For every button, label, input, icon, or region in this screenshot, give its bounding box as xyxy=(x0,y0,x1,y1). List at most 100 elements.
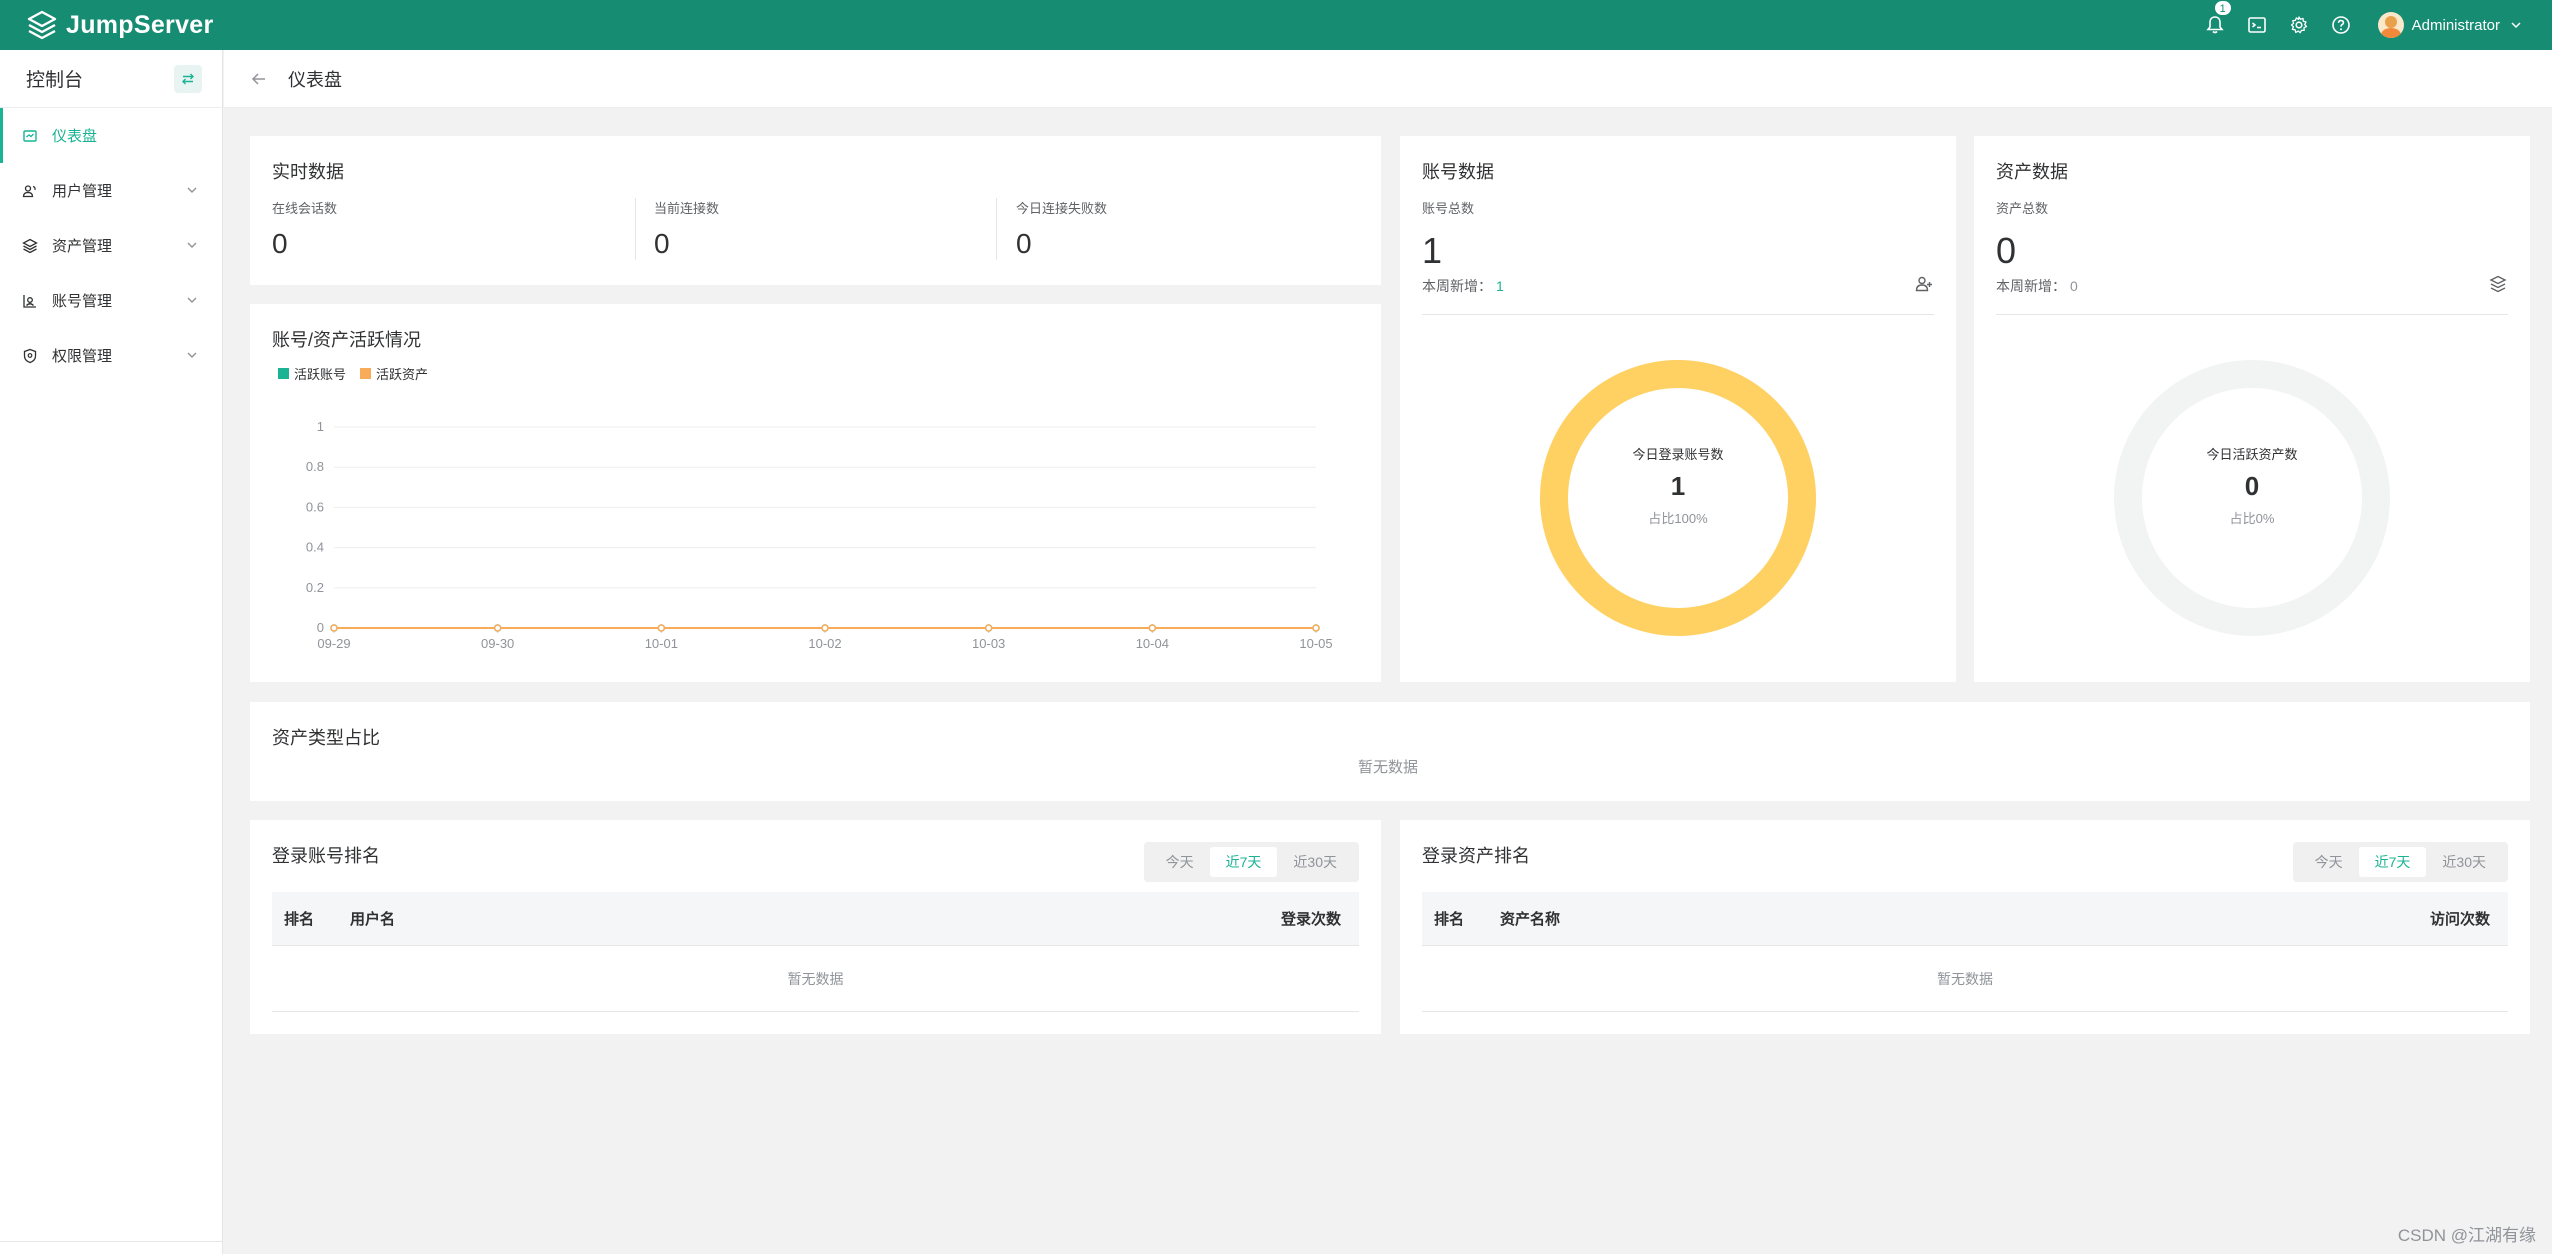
realtime-data-card: 实时数据 在线会话数 0 当前连接数 0 今日连接失败数 0 xyxy=(250,136,1381,285)
asset-type-title: 资产类型占比 xyxy=(272,728,380,748)
terminal-icon xyxy=(2247,17,2266,33)
account-total-label: 账号总数 xyxy=(1422,201,1475,216)
sidebar-item-assets[interactable]: 资产管理 xyxy=(0,218,222,273)
sidebar-item-label: 资产管理 xyxy=(52,238,113,255)
divider xyxy=(635,198,636,260)
series-point xyxy=(657,624,666,632)
user-menu[interactable]: Administrator xyxy=(2377,12,2522,38)
account-data-card: 账号数据 账号总数 1 本周新增： 1 今日登录账号数 1 占比100% xyxy=(1400,136,1956,682)
tab-today[interactable]: 今天 xyxy=(1150,847,1210,877)
watermark: CSDN @江湖有缘 xyxy=(2397,1226,2536,1245)
table-header: 排名 资产名称 访问次数 xyxy=(1422,892,2508,946)
x-tick-label: 10-01 xyxy=(645,636,678,651)
y-tick-label: 0 xyxy=(317,620,324,635)
chevron-down-icon xyxy=(186,348,198,360)
dashboard-icon xyxy=(22,128,38,144)
sidebar-item-permissions[interactable]: 权限管理 xyxy=(0,328,222,383)
table-header: 排名 用户名 登录次数 xyxy=(272,892,1359,946)
stat-label: 在线会话数 xyxy=(272,201,338,216)
activity-line-chart: 0 0.2 0.4 0.6 0.8 1 09-29 09-30 10-01 10-02 10-03 1… xyxy=(306,419,1333,651)
web-terminal-button[interactable] xyxy=(2236,0,2278,50)
column-header-login-count: 登录次数 xyxy=(1280,911,1341,928)
series-point xyxy=(1312,624,1320,632)
column-header-username: 用户名 xyxy=(350,911,396,928)
x-tick-label: 10-04 xyxy=(1136,636,1169,651)
login-asset-rank-card: 登录资产排名 今天 近7天 近30天 排名 资产名称 访问次数 暂无数据 xyxy=(1400,820,2530,1034)
asset-total-value: 0 xyxy=(1996,230,2017,271)
y-tick-label: 0.2 xyxy=(306,580,324,595)
x-tick-label: 09-29 xyxy=(317,636,350,651)
week-value: 0 xyxy=(2070,278,2078,294)
logo-text: JumpServer xyxy=(66,10,214,39)
donut-label: 今日登录账号数 xyxy=(1632,447,1724,462)
gear-icon xyxy=(2290,16,2307,34)
settings-button[interactable] xyxy=(2278,0,2320,50)
sidebar-title: 控制台 xyxy=(26,70,84,91)
donut-label: 今日活跃资产数 xyxy=(2206,447,2298,462)
bell-icon xyxy=(2205,16,2224,34)
asset-donut-center: 今日活跃资产数 0 占比0% xyxy=(2112,444,2392,527)
page-title: 仪表盘 xyxy=(288,69,342,90)
series-point xyxy=(1148,624,1157,632)
back-button[interactable] xyxy=(250,70,268,88)
y-tick-label: 0.8 xyxy=(306,459,324,474)
sidebar: 控制台 仪表盘 用户管理 资产管理 账号管理 权限管理 xyxy=(0,50,223,1254)
app-logo[interactable]: JumpServer xyxy=(26,9,214,41)
stat-value: 0 xyxy=(1016,228,1032,259)
asset-type-card: 资产类型占比 暂无数据 xyxy=(250,702,2530,801)
account-title: 账号数据 xyxy=(1422,162,1494,182)
account-donut-center: 今日登录账号数 1 占比100% xyxy=(1538,444,1818,527)
divider xyxy=(996,198,997,260)
table-empty: 暂无数据 xyxy=(1422,946,2508,1012)
layers-icon xyxy=(2488,274,2508,294)
sidebar-item-dashboard[interactable]: 仪表盘 xyxy=(0,108,222,163)
help-icon xyxy=(2331,16,2350,34)
user-name: Administrator xyxy=(2411,16,2500,34)
asset-title: 资产数据 xyxy=(1996,162,2068,182)
switch-icon xyxy=(182,73,194,84)
column-header-visit-count: 访问次数 xyxy=(2429,911,2490,928)
tab-7-days[interactable]: 近7天 xyxy=(2358,847,2427,877)
asset-data-card: 资产数据 资产总数 0 本周新增： 0 今日活跃资产数 0 占比0% xyxy=(1974,136,2530,682)
tab-today[interactable]: 今天 xyxy=(2299,847,2359,877)
asset-total-label: 资产总数 xyxy=(1996,201,2049,216)
divider xyxy=(1996,314,2508,315)
tab-30-days[interactable]: 近30天 xyxy=(1277,847,1353,877)
failed-connections-stat: 今日连接失败数 0 xyxy=(1016,198,1107,260)
column-header-asset-name: 资产名称 xyxy=(1500,911,1561,928)
account-week-new: 本周新增： 1 xyxy=(1422,276,1504,296)
x-tick-label: 09-30 xyxy=(481,636,514,651)
chevron-down-icon xyxy=(186,238,198,250)
help-button[interactable] xyxy=(2320,0,2362,50)
y-tick-label: 1 xyxy=(317,419,324,434)
top-navbar: JumpServer 1 Administrator xyxy=(0,0,2552,50)
tab-30-days[interactable]: 近30天 xyxy=(2426,847,2502,877)
account-total-value: 1 xyxy=(1422,230,1443,271)
x-tick-label: 10-05 xyxy=(1299,636,1332,651)
sidebar-item-users[interactable]: 用户管理 xyxy=(0,163,222,218)
sidebar-item-label: 账号管理 xyxy=(52,293,113,310)
sidebar-item-label: 权限管理 xyxy=(52,348,113,365)
series-point xyxy=(821,624,829,632)
week-label: 本周新增： xyxy=(1996,278,2066,294)
donut-value: 1 xyxy=(1670,471,1686,501)
online-sessions-stat: 在线会话数 0 xyxy=(272,198,337,260)
stat-label: 当前连接数 xyxy=(654,201,720,216)
users-icon xyxy=(22,183,38,199)
permissions-icon xyxy=(22,348,38,364)
arrow-left-icon xyxy=(251,72,265,85)
donut-percent: 占比100% xyxy=(1648,511,1708,526)
series-point xyxy=(330,624,338,632)
tab-7-days[interactable]: 近7天 xyxy=(1209,847,1278,877)
view-switch-button[interactable] xyxy=(174,64,202,93)
divider xyxy=(1422,314,1934,315)
sidebar-divider xyxy=(0,1241,223,1242)
asset-week-new: 本周新增： 0 xyxy=(1996,276,2078,296)
realtime-title: 实时数据 xyxy=(272,162,344,182)
sidebar-item-accounts[interactable]: 账号管理 xyxy=(0,273,222,328)
notifications-button[interactable]: 1 xyxy=(2194,0,2236,50)
login-account-rank-card: 登录账号排名 今天 近7天 近30天 排名 用户名 登录次数 暂无数据 xyxy=(250,820,1381,1034)
time-range-tabs: 今天 近7天 近30天 xyxy=(1143,842,1359,882)
week-value: 1 xyxy=(1496,278,1504,294)
y-tick-label: 0.4 xyxy=(306,540,324,555)
